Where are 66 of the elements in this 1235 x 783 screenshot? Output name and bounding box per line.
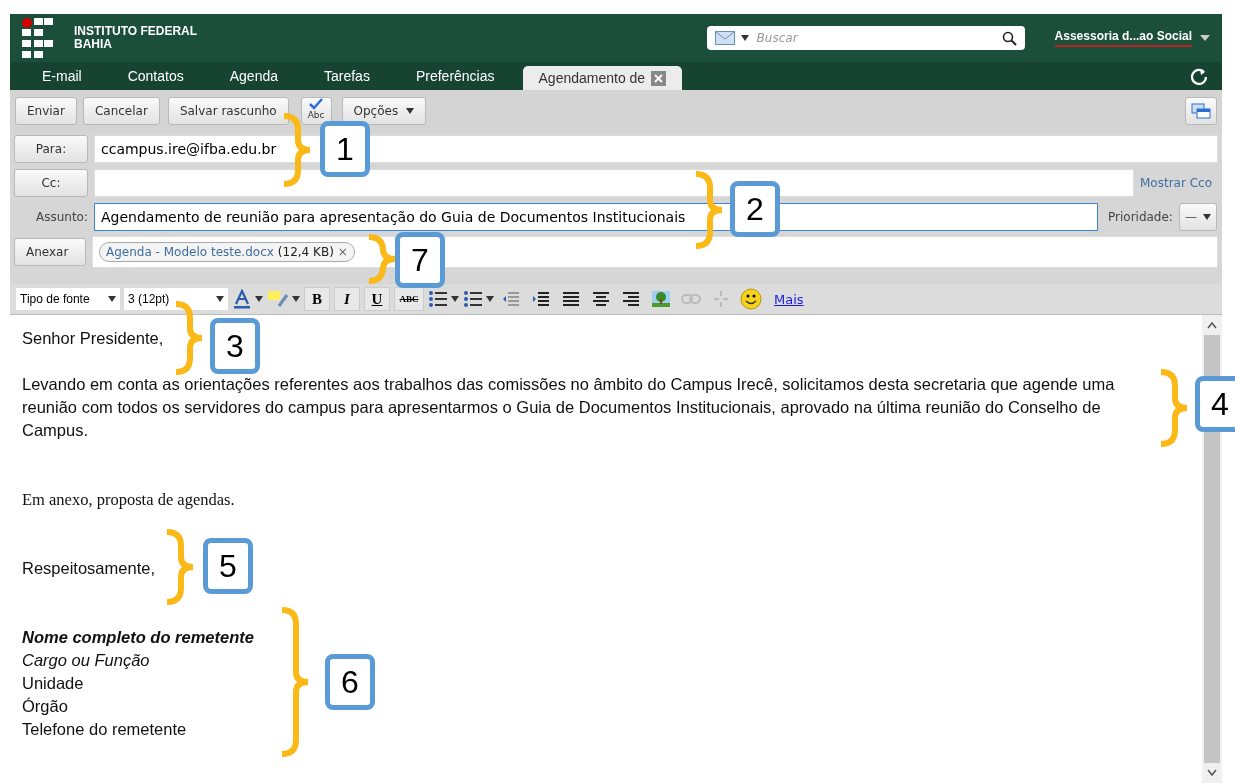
- nav-tab[interactable]: Tarefas: [306, 62, 388, 90]
- toolbar-button[interactable]: Salvar rascunho: [167, 97, 289, 125]
- institution-name: INSTITUTO FEDERAL BAHIA: [74, 25, 198, 51]
- callout-number: 1: [320, 121, 370, 177]
- nav-tab[interactable]: Agenda: [211, 62, 296, 90]
- nav-tab[interactable]: Contatos: [109, 62, 202, 90]
- callout-number: 2: [730, 181, 780, 237]
- show-bcc-link[interactable]: Mostrar Cco: [1140, 176, 1212, 190]
- numbered-list-icon[interactable]: [463, 290, 494, 308]
- cc-field[interactable]: [94, 169, 1134, 197]
- signature-line: Nome completo do remetente: [22, 627, 254, 648]
- attach-button[interactable]: Anexar: [14, 238, 86, 266]
- body-paragraph: Respeitosamente,: [22, 558, 155, 579]
- caret-icon[interactable]: [740, 35, 749, 41]
- callout-number: 4: [1195, 376, 1235, 432]
- refresh-icon[interactable]: [1190, 68, 1208, 86]
- more-link[interactable]: Mais: [774, 291, 804, 307]
- callout-number: 7: [395, 232, 445, 288]
- nav-tab[interactable]: Agendamento de: [522, 66, 683, 90]
- attachment-chip[interactable]: Agenda - Modelo teste.docx (12,4 KB) ×: [99, 242, 355, 262]
- search-icon[interactable]: [1001, 30, 1017, 46]
- caret-icon[interactable]: [1202, 214, 1211, 220]
- spellcheck-button[interactable]: Abc: [300, 97, 332, 125]
- envelope-icon[interactable]: [714, 31, 735, 45]
- format-button[interactable]: B: [304, 287, 330, 311]
- body-paragraph: Em anexo, proposta de agendas.: [22, 489, 235, 511]
- highlight-icon[interactable]: [267, 290, 300, 308]
- caret-icon[interactable]: [108, 296, 116, 302]
- signature-line: Telefone do remetente: [22, 719, 187, 740]
- font-color-icon[interactable]: [232, 289, 263, 309]
- checkmark-icon: [308, 98, 325, 110]
- format-button[interactable]: ABC: [394, 287, 424, 311]
- to-button[interactable]: Para:: [14, 135, 88, 163]
- callout-number: 6: [325, 654, 375, 710]
- close-icon[interactable]: [651, 70, 667, 86]
- nav-tab[interactable]: E-mail: [24, 62, 100, 90]
- toolbar-button[interactable]: Enviar: [15, 97, 77, 125]
- caret-icon[interactable]: [216, 296, 224, 302]
- toolbar-button[interactable]: Cancelar: [82, 97, 160, 125]
- subject-label: Assunto:: [35, 210, 88, 224]
- format-button[interactable]: I: [334, 287, 360, 311]
- windows-icon: [1191, 103, 1211, 119]
- nav-tab[interactable]: Preferências: [397, 62, 513, 90]
- callout-number: 5: [203, 538, 253, 594]
- options-button[interactable]: Opções: [341, 97, 427, 125]
- signature-line: Cargo ou Função: [22, 650, 150, 671]
- signature-line: Órgão: [22, 696, 68, 717]
- caret-icon[interactable]: [406, 108, 415, 114]
- search-field[interactable]: Buscar: [706, 26, 1025, 50]
- body-paragraph: Senhor Presidente,: [22, 328, 164, 349]
- cc-button[interactable]: Cc:: [14, 169, 88, 197]
- font-select[interactable]: Tipo de fonte: [16, 288, 120, 310]
- popout-button[interactable]: [1185, 97, 1217, 125]
- bullet-list-icon[interactable]: [428, 290, 459, 308]
- signature-line: Unidade: [22, 673, 84, 694]
- body-paragraph: Levando em conta as orientações referentes aos trabalhos das comissões no âmbito do Campus Irecê, solicitamos desta secretaria que agende uma reunião com todos os servidores do campus para apresentarmos o Guia de Documentos Institucionais, aprovado na última reunião do Conselho de Campus.: [22, 374, 1116, 441]
- scroll-up-icon[interactable]: [1207, 321, 1217, 329]
- user-menu[interactable]: Assessoria d...ao Social: [1054, 29, 1192, 47]
- priority-select[interactable]: —: [1178, 203, 1217, 231]
- caret-icon[interactable]: [1200, 35, 1210, 41]
- priority-label: Prioridade:: [1108, 210, 1173, 224]
- size-select[interactable]: 3 (12pt): [124, 288, 228, 310]
- smiley-icon[interactable]: [738, 287, 764, 311]
- format-button[interactable]: U: [364, 287, 390, 311]
- callout-number: 3: [210, 318, 260, 374]
- scroll-down-icon[interactable]: [1207, 769, 1217, 777]
